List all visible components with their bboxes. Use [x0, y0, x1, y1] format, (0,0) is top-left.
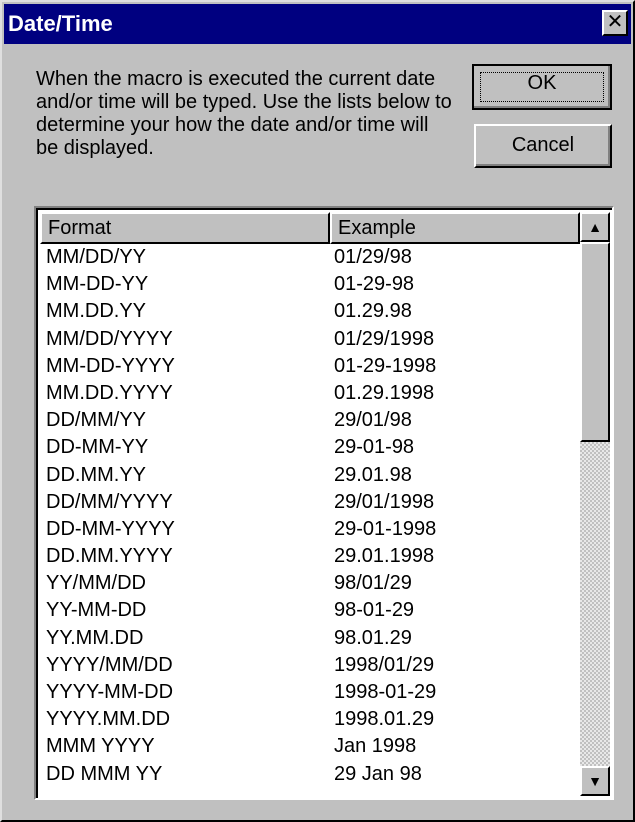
example-cell: 01/29/98	[334, 246, 412, 268]
list-rows: MM/DD/YY 01/29/98 MM-DD-YY 01-29-98 MM.DD.YY…	[46, 244, 576, 788]
format-cell: MM/DD/YY	[46, 246, 146, 268]
date-time-dialog: Date/Time ✕ When the macro is executed t…	[0, 0, 635, 822]
instructions-text: When the macro is executed the current d…	[36, 68, 452, 159]
format-cell: DD-MM-YYYY	[46, 517, 175, 540]
example-cell: 29.01.98	[334, 463, 412, 486]
example-cell: 98.01.29	[334, 626, 412, 649]
list-item[interactable]: YYYY/MM/DD 1998/01/29	[46, 652, 576, 679]
arrow-up-icon: ▲	[588, 219, 602, 235]
example-cell: 29-01-1998	[334, 517, 437, 540]
ok-button-label: OK	[527, 72, 557, 94]
column-header-example[interactable]: Example	[330, 212, 580, 244]
format-cell: DD/MM/YY	[46, 409, 146, 432]
example-cell: 01.29.98	[334, 300, 412, 323]
format-cell: DD/MM/YYYY	[46, 490, 173, 513]
example-cell: 1998.01.29	[334, 708, 435, 731]
ok-button[interactable]: OK	[472, 64, 612, 110]
format-cell: YY/MM/DD	[46, 572, 146, 595]
list-item[interactable]: YYYY.MM.DD 1998.01.29	[46, 706, 576, 733]
format-cell: MM.DD.YYYY	[46, 381, 173, 404]
close-button[interactable]: ✕	[602, 10, 628, 36]
list-item[interactable]: DD.MM.YYYY 29.01.1998	[46, 543, 576, 570]
cancel-button[interactable]: Cancel	[474, 124, 612, 168]
window-title: Date/Time	[8, 11, 113, 36]
format-cell: MMM YYYY	[46, 735, 155, 758]
example-cell: 01/29/1998	[334, 327, 435, 350]
example-cell: 29-01-98	[334, 436, 415, 459]
list-item[interactable]: DD-MM-YY 29-01-98	[46, 434, 576, 461]
list-item[interactable]: MM-DD-YYYY 01-29-1998	[46, 353, 576, 380]
format-list[interactable]: Format Example MM/DD/YY 01/29/98 MM-DD-YY 0…	[34, 206, 614, 800]
example-cell: 29/01/98	[334, 409, 412, 432]
list-item[interactable]: MM/DD/YY 01/29/98	[46, 244, 576, 271]
format-cell: YYYY/MM/DD	[46, 653, 173, 676]
title-bar[interactable]: Date/Time ✕	[4, 4, 631, 44]
format-cell: YY-MM-DD	[46, 599, 147, 622]
list-item[interactable]: YYYY-MM-DD 1998-01-29	[46, 679, 576, 706]
list-item[interactable]: DD/MM/YY 29/01/98	[46, 407, 576, 434]
scroll-down-button[interactable]: ▼	[580, 766, 610, 796]
close-icon: ✕	[606, 11, 624, 33]
list-item[interactable]: DD/MM/YYYY 29/01/1998	[46, 489, 576, 516]
list-header: Format Example	[40, 212, 580, 244]
format-cell: YYYY.MM.DD	[46, 708, 171, 731]
list-item[interactable]: DD-MM-YYYY 29-01-1998	[46, 516, 576, 543]
format-cell: DD.MM.YY	[46, 463, 146, 486]
column-header-format[interactable]: Format	[40, 212, 330, 244]
format-cell: MM-DD-YY	[46, 273, 149, 296]
example-cell: 1998/01/29	[334, 653, 435, 676]
list-item[interactable]: MM.DD.YYYY 01.29.1998	[46, 380, 576, 407]
example-cell: Jan 1998	[334, 735, 417, 758]
list-item[interactable]: YY/MM/DD 98/01/29	[46, 570, 576, 597]
list-item[interactable]: MM.DD.YY 01.29.98	[46, 298, 576, 325]
list-item[interactable]: YY.MM.DD 98.01.29	[46, 625, 576, 652]
example-cell: 29.01.1998	[334, 545, 435, 568]
format-cell: YYYY-MM-DD	[46, 681, 174, 703]
format-cell: DD MMM YY	[46, 762, 163, 785]
list-item[interactable]: DD.MM.YY 29.01.98	[46, 462, 576, 489]
example-cell: 01-29-98	[334, 273, 415, 296]
example-cell: 01-29-1998	[334, 354, 437, 377]
list-item[interactable]: YY-MM-DD 98-01-29	[46, 597, 576, 624]
example-cell: 01.29.1998	[334, 381, 435, 404]
format-cell: DD-MM-YY	[46, 436, 149, 459]
example-cell: 1998-01-29	[334, 681, 437, 703]
cancel-button-label: Cancel	[511, 134, 575, 156]
list-item[interactable]: DD MMM YY 29 Jan 98	[46, 761, 576, 788]
format-cell: MM-DD-YYYY	[46, 354, 175, 377]
example-cell: 29 Jan 98	[334, 762, 422, 785]
example-cell: 98/01/29	[334, 572, 412, 595]
format-cell: MM/DD/YYYY	[46, 327, 173, 350]
format-cell: DD.MM.YYYY	[46, 545, 173, 568]
example-cell: 29/01/1998	[334, 490, 435, 513]
scroll-thumb[interactable]	[580, 242, 610, 442]
list-item[interactable]: MMM YYYY Jan 1998	[46, 733, 576, 760]
format-cell: YY.MM.DD	[46, 626, 144, 649]
example-cell: 98-01-29	[334, 599, 415, 622]
list-item[interactable]: MM/DD/YYYY 01/29/1998	[46, 326, 576, 353]
scroll-up-button[interactable]: ▲	[580, 212, 610, 242]
vertical-scrollbar[interactable]: ▲ ▼	[580, 212, 610, 796]
arrow-down-icon: ▼	[588, 773, 602, 789]
format-cell: MM.DD.YY	[46, 300, 146, 323]
list-item[interactable]: MM-DD-YY 01-29-98	[46, 271, 576, 298]
